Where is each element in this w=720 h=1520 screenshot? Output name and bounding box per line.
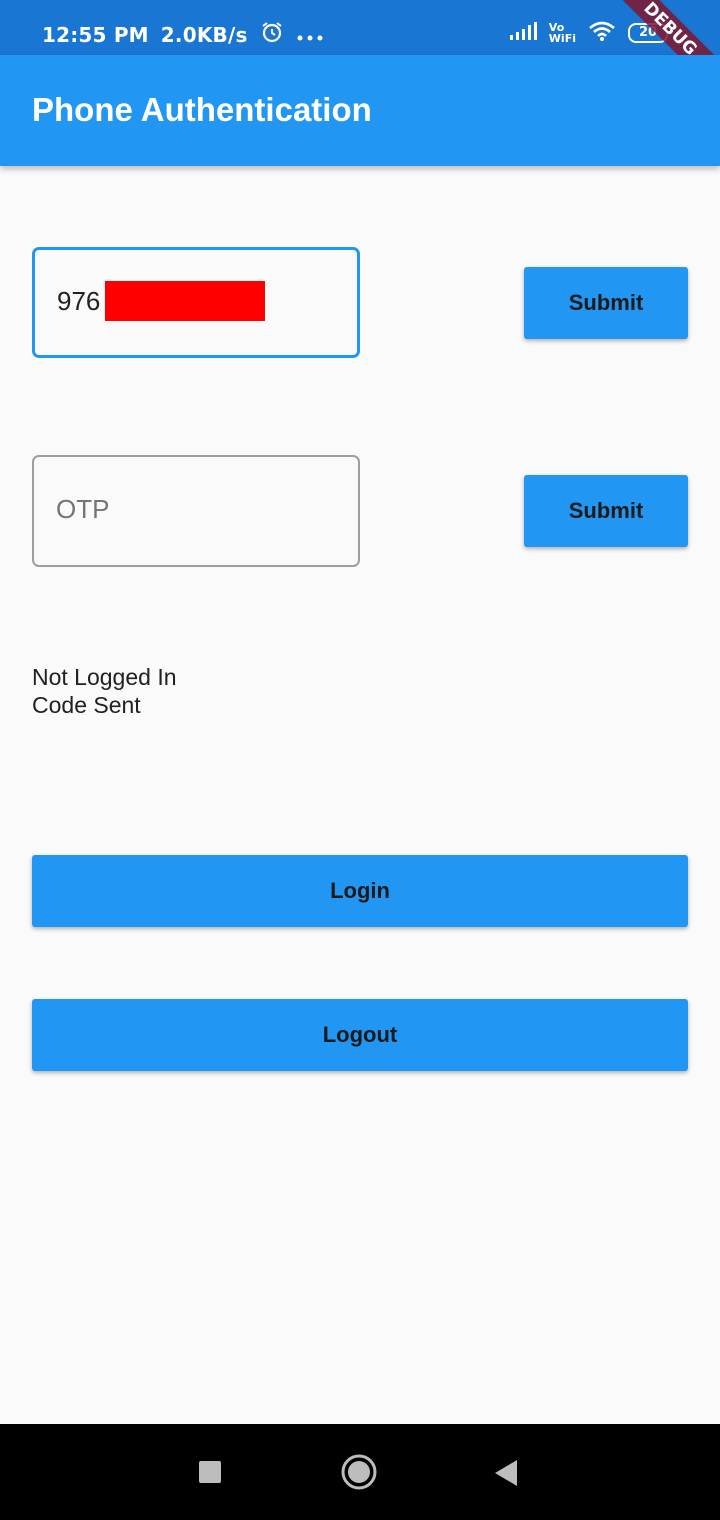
alarm-icon xyxy=(260,20,284,49)
otp-placeholder: OTP xyxy=(56,494,110,524)
login-button[interactable]: Login xyxy=(32,855,688,927)
app-bar: Phone Authentication xyxy=(0,55,720,166)
back-triangle-icon[interactable] xyxy=(495,1460,517,1491)
phone-number-input[interactable]: 976 xyxy=(32,247,360,358)
auth-status: Not Logged In Code Sent xyxy=(32,663,177,719)
status-time: 12:55 PM xyxy=(42,22,149,47)
code-status-text: Code Sent xyxy=(32,692,141,718)
status-bar: 12:55 PM 2.0KB/s Vo WiFi 20 DEBUG xyxy=(0,0,720,102)
redaction-box xyxy=(105,281,265,321)
submit-phone-button[interactable]: Submit xyxy=(524,267,688,339)
wifi-icon xyxy=(588,20,616,46)
login-status-text: Not Logged In xyxy=(32,664,177,690)
page-title: Phone Authentication xyxy=(32,91,372,128)
otp-input[interactable]: OTP xyxy=(32,455,360,567)
home-circle-icon[interactable] xyxy=(341,1454,377,1495)
logout-button[interactable]: Logout xyxy=(32,999,688,1071)
submit-otp-button[interactable]: Submit xyxy=(524,475,688,547)
recents-square-icon[interactable] xyxy=(199,1461,221,1488)
signal-icon xyxy=(509,21,537,45)
system-nav-bar xyxy=(0,1424,720,1520)
vowifi-icon: Vo WiFi xyxy=(548,21,576,45)
phone-number-value: 976 xyxy=(57,286,101,316)
network-speed: 2.0KB/s xyxy=(160,22,248,47)
more-dots-icon xyxy=(296,23,324,47)
